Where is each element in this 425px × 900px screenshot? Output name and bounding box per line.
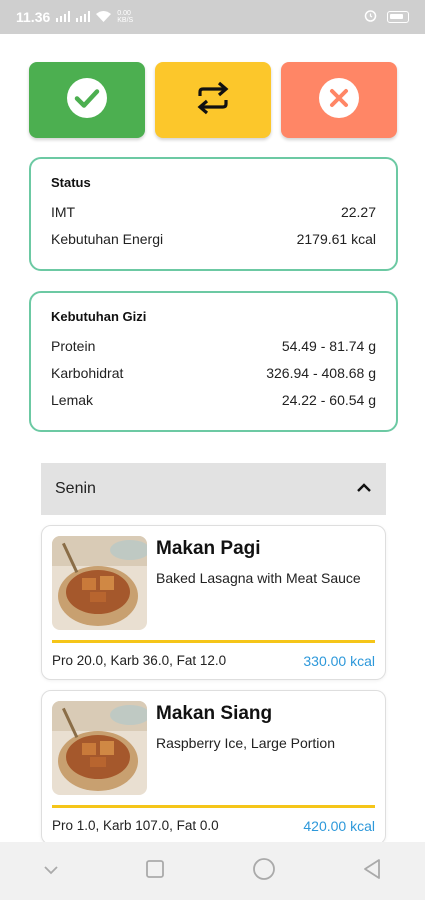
row-value: 326.94 - 408.68 g [266,364,376,381]
row-label: IMT [51,203,76,220]
accept-button[interactable] [29,62,145,138]
row-label: Karbohidrat [51,364,124,381]
nutrition-row-protein: Protein 54.49 - 81.74 g [51,332,376,359]
meal-card[interactable]: Makan Pagi Baked Lasagna with Meat Sauce… [41,525,386,680]
meal-title: Makan Siang [156,703,273,724]
signal-icon-2 [76,10,91,25]
row-label: Kebutuhan Energi [51,230,164,247]
wifi-icon [96,10,112,25]
nutrition-row-fat: Lemak 24.22 - 60.54 g [51,386,376,413]
chevron-down-icon[interactable] [43,862,59,880]
status-row-imt: IMT 22.27 [51,198,376,225]
system-nav-bar [0,842,425,900]
status-row-energy: Kebutuhan Energi 2179.61 kcal [51,225,376,252]
close-circle-icon [318,77,360,124]
meal-kcal: 330.00 kcal [303,653,375,669]
meal-title: Makan Pagi [156,538,261,559]
home-icon[interactable] [252,857,276,886]
reject-button[interactable] [281,62,397,138]
day-label: Senin [55,480,96,497]
check-circle-icon [66,77,108,124]
repeat-icon [194,79,232,122]
battery-icon [387,11,409,23]
meal-description: Raspberry Ice, Large Portion [156,735,335,751]
meal-macros: Pro 1.0, Karb 107.0, Fat 0.0 [52,818,219,833]
network-speed-unit: KB/S [117,17,134,24]
back-icon[interactable] [362,858,382,885]
meal-kcal: 420.00 kcal [303,818,375,834]
row-value: 24.22 - 60.54 g [281,391,376,408]
meal-macros: Pro 20.0, Karb 36.0, Fat 12.0 [52,653,227,668]
day-accordion-header[interactable]: Senin [41,463,386,515]
meal-description: Baked Lasagna with Meat Sauce [156,570,361,586]
recents-icon[interactable] [145,859,165,884]
meal-card[interactable]: Makan Siang Raspberry Ice, Large Portion… [41,690,386,845]
row-value: 2179.61 kcal [296,230,376,247]
row-label: Protein [51,337,96,354]
action-buttons [29,62,397,138]
status-bar: 11.36 0.00 KB/S [0,0,425,34]
meal-divider [52,640,375,643]
row-value: 22.27 [340,203,376,220]
chevron-up-icon [356,480,372,498]
network-speed-value: 0.00 [117,10,131,17]
network-speed: 0.00 KB/S [117,10,133,24]
status-card-title: Status [51,175,91,190]
status-card: Status IMT 22.27 Kebutuhan Energi 2179.6… [29,157,398,271]
signal-icon [56,10,71,25]
row-label: Lemak [51,391,94,408]
meal-photo [52,536,147,630]
meal-divider [52,805,375,808]
alarm-icon [364,9,377,25]
nutrition-card: Kebutuhan Gizi Protein 54.49 - 81.74 g K… [29,291,398,432]
row-value: 54.49 - 81.74 g [281,337,376,354]
meal-photo [52,701,147,795]
regenerate-button[interactable] [155,62,271,138]
clock: 11.36 [16,9,51,25]
nutrition-row-carbs: Karbohidrat 326.94 - 408.68 g [51,359,376,386]
nutrition-card-title: Kebutuhan Gizi [51,309,147,324]
